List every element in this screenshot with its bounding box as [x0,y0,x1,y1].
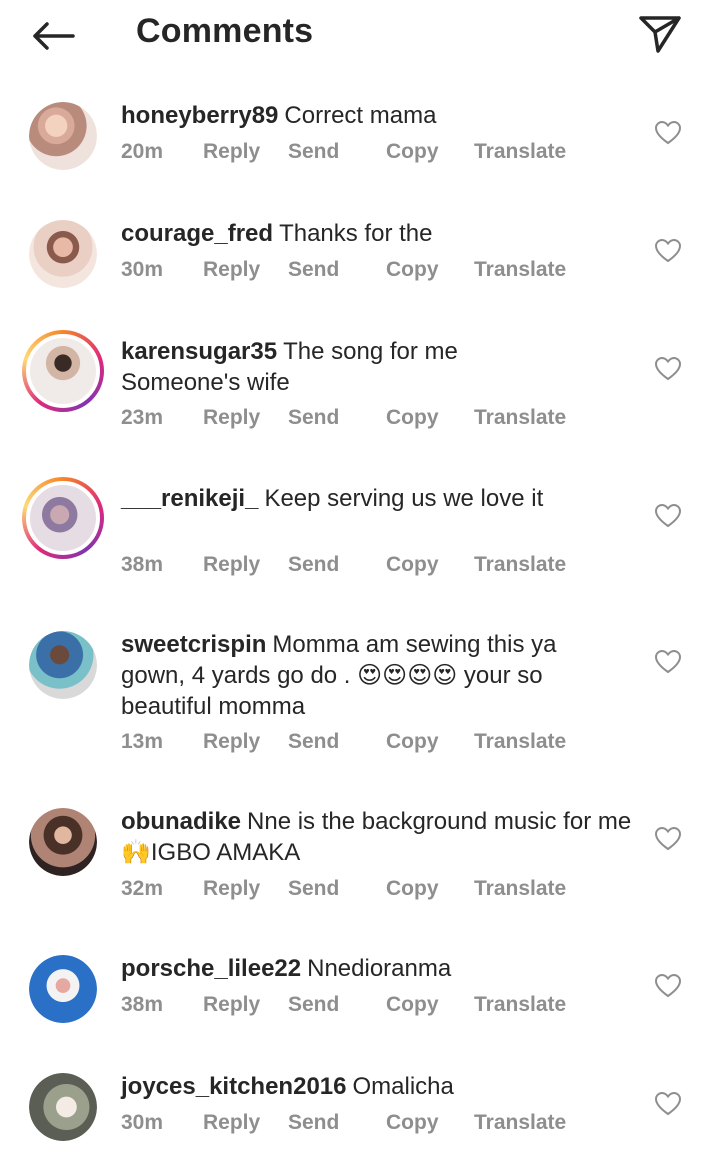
comment-username[interactable]: karensugar35 [121,338,277,365]
comment-username[interactable]: obunadike [121,808,241,835]
comment-time: 30m [121,258,164,281]
comment-text: sweetcrispin Momma am sewing this ya gown… [121,629,621,722]
reply-button[interactable]: Reply [203,877,260,901]
avatar[interactable] [29,102,97,170]
heart-icon[interactable] [654,826,682,852]
translate-button[interactable]: Translate [474,140,566,164]
direct-message-icon[interactable] [636,10,684,58]
send-button[interactable]: Send [288,730,339,754]
reply-button[interactable]: Reply [203,258,260,282]
comment-time: 38m [121,993,164,1016]
copy-button[interactable]: Copy [386,877,439,901]
send-button[interactable]: Send [288,553,339,577]
avatar[interactable] [22,330,104,412]
send-button[interactable]: Send [288,258,339,282]
comment-username[interactable]: courage_fred [121,220,273,247]
comment-text: obunadike Nne is the background music for… [121,806,636,868]
comment-time: 32m [121,877,164,900]
comment-text: karensugar35 The song for me Someone's wi… [121,336,521,398]
comment-username[interactable]: honeyberry89 [121,102,278,129]
heart-icon[interactable] [654,649,682,675]
copy-button[interactable]: Copy [386,140,439,164]
send-button[interactable]: Send [288,140,339,164]
copy-button[interactable]: Copy [386,1111,439,1135]
comment-text: honeyberry89 Correct mama [121,100,641,131]
comment-text: porsche_lilee22 Nnedioranma [121,953,641,984]
copy-button[interactable]: Copy [386,993,439,1017]
comment-body: Keep serving us we love it [264,485,544,512]
comment-body: Omalicha [352,1073,454,1100]
reply-button[interactable]: Reply [203,406,260,430]
copy-button[interactable]: Copy [386,730,439,754]
comment-body-continued: IGBO AMAKA [150,839,301,866]
avatar[interactable] [29,808,97,876]
translate-button[interactable]: Translate [474,258,566,282]
comment-username[interactable]: ___renikeji_ [121,485,258,512]
comment-time: 20m [121,140,164,163]
translate-button[interactable]: Translate [474,1111,566,1135]
comment-time: 30m [121,1111,164,1134]
heart-icon[interactable] [654,238,682,264]
comment-body: Thanks for the [279,220,433,247]
comment-body: Correct mama [284,102,437,129]
heart-icon[interactable] [654,1091,682,1117]
send-button[interactable]: Send [288,993,339,1017]
comment-username[interactable]: sweetcrispin [121,631,266,658]
comment-body: Nne is the background music for me [247,808,632,835]
copy-button[interactable]: Copy [386,258,439,282]
reply-button[interactable]: Reply [203,140,260,164]
avatar[interactable] [22,477,104,559]
page-title: Comments [136,12,314,50]
raised-hands-emoji: 🙌 [121,839,151,866]
translate-button[interactable]: Translate [474,553,566,577]
heart-icon[interactable] [654,356,682,382]
avatar[interactable] [29,955,97,1023]
comment-text: joyces_kitchen2016 Omalicha [121,1071,641,1102]
comment-time: 23m [121,406,164,429]
copy-button[interactable]: Copy [386,406,439,430]
heart-icon[interactable] [654,973,682,999]
heart-icon[interactable] [654,503,682,529]
reply-button[interactable]: Reply [203,1111,260,1135]
heart-icon[interactable] [654,120,682,146]
avatar[interactable] [29,631,97,699]
heart-eyes-emoji: 😍😍😍😍 [357,662,458,689]
translate-button[interactable]: Translate [474,877,566,901]
comment-body: Nnedioranma [307,955,452,982]
reply-button[interactable]: Reply [203,993,260,1017]
avatar[interactable] [29,1073,97,1141]
comment-username[interactable]: porsche_lilee22 [121,955,301,982]
comment-time: 13m [121,730,164,753]
comment-text: courage_fred Thanks for the [121,218,641,249]
reply-button[interactable]: Reply [203,730,260,754]
comment-username[interactable]: joyces_kitchen2016 [121,1073,346,1100]
translate-button[interactable]: Translate [474,406,566,430]
translate-button[interactable]: Translate [474,993,566,1017]
copy-button[interactable]: Copy [386,553,439,577]
reply-button[interactable]: Reply [203,553,260,577]
send-button[interactable]: Send [288,406,339,430]
send-button[interactable]: Send [288,1111,339,1135]
comment-text: ___renikeji_ Keep serving us we love it [121,483,641,514]
avatar[interactable] [29,220,97,288]
translate-button[interactable]: Translate [474,730,566,754]
send-button[interactable]: Send [288,877,339,901]
comment-time: 38m [121,553,164,576]
back-arrow-icon[interactable] [28,14,78,58]
header: Comments [0,0,720,70]
